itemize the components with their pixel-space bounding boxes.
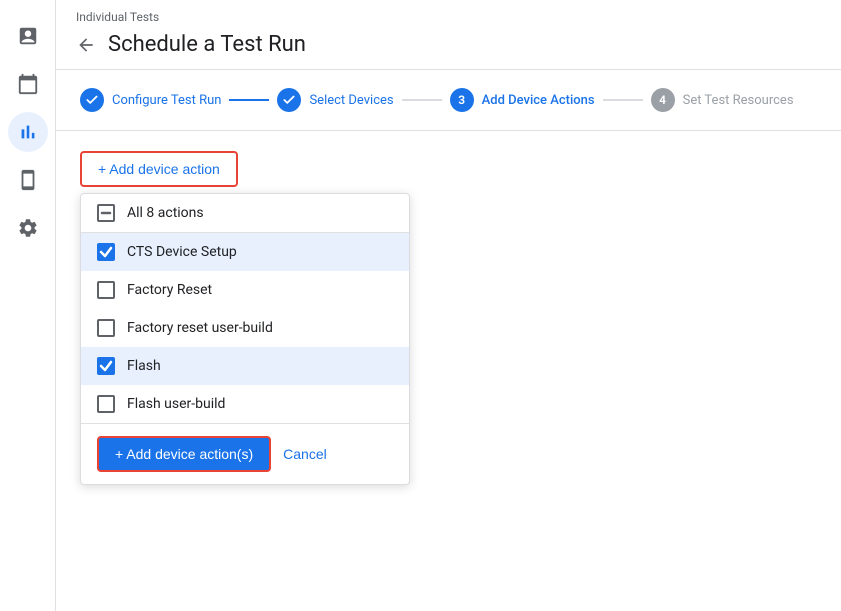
breadcrumb: Individual Tests [56, 0, 841, 28]
step-1-circle [80, 88, 104, 112]
main-content: Individual Tests Schedule a Test Run Con… [56, 0, 841, 611]
dropdown-panel: All 8 actions CTS Device Setup Factory R… [80, 193, 410, 485]
checkbox-flash [97, 357, 115, 375]
connector-3 [603, 99, 643, 101]
step-2-circle [277, 88, 301, 112]
checkbox-all [97, 204, 115, 222]
checkbox-cts [97, 243, 115, 261]
page-header: Schedule a Test Run [56, 28, 841, 70]
sidebar-icon-calendar[interactable] [8, 64, 48, 104]
all-actions-label: All 8 actions [127, 205, 204, 221]
add-device-actions-button[interactable]: + Add device action(s) [97, 436, 271, 472]
step-4: 4 Set Test Resources [651, 88, 794, 112]
add-device-action-button[interactable]: + Add device action [80, 151, 238, 187]
stepper: Configure Test Run Select Devices 3 Add … [56, 70, 841, 131]
sidebar-icon-device[interactable] [8, 160, 48, 200]
connector-1 [229, 99, 269, 101]
dropdown-list: All 8 actions CTS Device Setup Factory R… [81, 194, 409, 423]
factory-reset-user-label: Factory reset user-build [127, 320, 273, 336]
content-area: + Add device action All 8 actions [56, 131, 841, 611]
dropdown-footer: + Add device action(s) Cancel [81, 423, 409, 484]
connector-2 [402, 99, 442, 101]
sidebar-icon-settings[interactable] [8, 208, 48, 248]
step-4-circle: 4 [651, 88, 675, 112]
dropdown-item-all[interactable]: All 8 actions [81, 194, 409, 233]
factory-reset-label: Factory Reset [127, 282, 212, 298]
sidebar-icon-tests[interactable] [8, 16, 48, 56]
checkbox-factory-reset [97, 281, 115, 299]
step-1-label: Configure Test Run [112, 93, 221, 108]
step-3: 3 Add Device Actions [450, 88, 595, 112]
dropdown-item-flash[interactable]: Flash [81, 347, 409, 385]
step-1: Configure Test Run [80, 88, 221, 112]
dropdown-item-flash-user[interactable]: Flash user-build [81, 385, 409, 423]
checkbox-flash-user [97, 395, 115, 413]
cancel-button[interactable]: Cancel [283, 446, 327, 462]
dropdown-item-factory-reset[interactable]: Factory Reset [81, 271, 409, 309]
dropdown-item-factory-reset-user[interactable]: Factory reset user-build [81, 309, 409, 347]
flash-user-label: Flash user-build [127, 396, 225, 412]
step-2-label: Select Devices [309, 93, 393, 108]
step-3-label: Add Device Actions [482, 93, 595, 108]
step-2: Select Devices [277, 88, 393, 112]
step-3-circle: 3 [450, 88, 474, 112]
back-button[interactable] [76, 35, 96, 55]
cts-label: CTS Device Setup [127, 244, 237, 260]
dropdown-item-cts[interactable]: CTS Device Setup [81, 233, 409, 271]
flash-label: Flash [127, 358, 161, 374]
checkbox-factory-reset-user [97, 319, 115, 337]
step-4-label: Set Test Resources [683, 93, 794, 108]
sidebar [0, 0, 56, 611]
page-title: Schedule a Test Run [108, 32, 306, 57]
sidebar-icon-analytics[interactable] [8, 112, 48, 152]
